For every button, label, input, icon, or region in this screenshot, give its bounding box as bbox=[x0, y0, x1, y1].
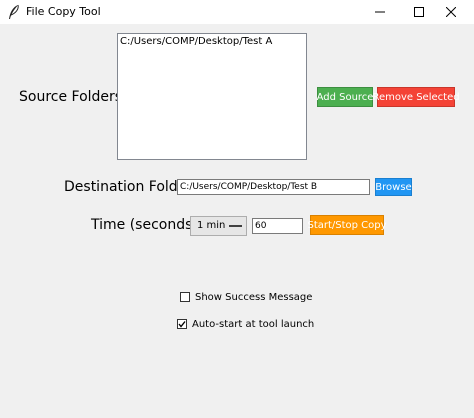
show-success-label: Show Success Message bbox=[195, 291, 313, 303]
seconds-field[interactable]: 60 bbox=[252, 218, 303, 234]
show-success-checkbox[interactable] bbox=[180, 292, 190, 302]
feather-icon bbox=[9, 4, 19, 19]
interval-dropdown[interactable]: 1 min bbox=[190, 216, 247, 236]
auto-start-checkbox[interactable] bbox=[177, 319, 187, 329]
interval-dropdown-value: 1 min bbox=[197, 220, 226, 231]
auto-start-label: Auto-start at tool launch bbox=[192, 318, 315, 330]
browse-button[interactable]: Browse bbox=[375, 178, 412, 196]
window-title: File Copy Tool bbox=[26, 5, 101, 18]
auto-start-option[interactable]: Auto-start at tool launch bbox=[177, 317, 314, 331]
remove-selected-button[interactable]: Remove Selected bbox=[372, 87, 460, 107]
show-success-option[interactable]: Show Success Message bbox=[180, 290, 312, 304]
close-button[interactable] bbox=[428, 0, 474, 24]
title-bar[interactable]: File Copy Tool bbox=[0, 0, 474, 24]
list-item[interactable]: C:/Users/COMP/Desktop/Test A bbox=[120, 36, 272, 47]
time-seconds-label: Time (seconds): bbox=[91, 217, 203, 233]
app-window: File Copy Tool Source Folders: C:/Users/… bbox=[0, 0, 474, 418]
checkmark-icon bbox=[178, 321, 186, 328]
dropdown-indicator-icon bbox=[229, 225, 242, 227]
destination-folder-field[interactable]: C:/Users/COMP/Desktop/Test B bbox=[177, 179, 370, 195]
maximize-icon bbox=[414, 7, 424, 17]
start-stop-copy-button[interactable]: Start/Stop Copy bbox=[307, 215, 387, 235]
minimize-icon bbox=[375, 11, 385, 13]
add-source-button[interactable]: Add Source bbox=[317, 87, 373, 107]
close-icon bbox=[446, 7, 456, 17]
source-folders-label: Source Folders: bbox=[19, 89, 127, 105]
source-folders-listbox[interactable]: C:/Users/COMP/Desktop/Test A bbox=[117, 33, 307, 160]
